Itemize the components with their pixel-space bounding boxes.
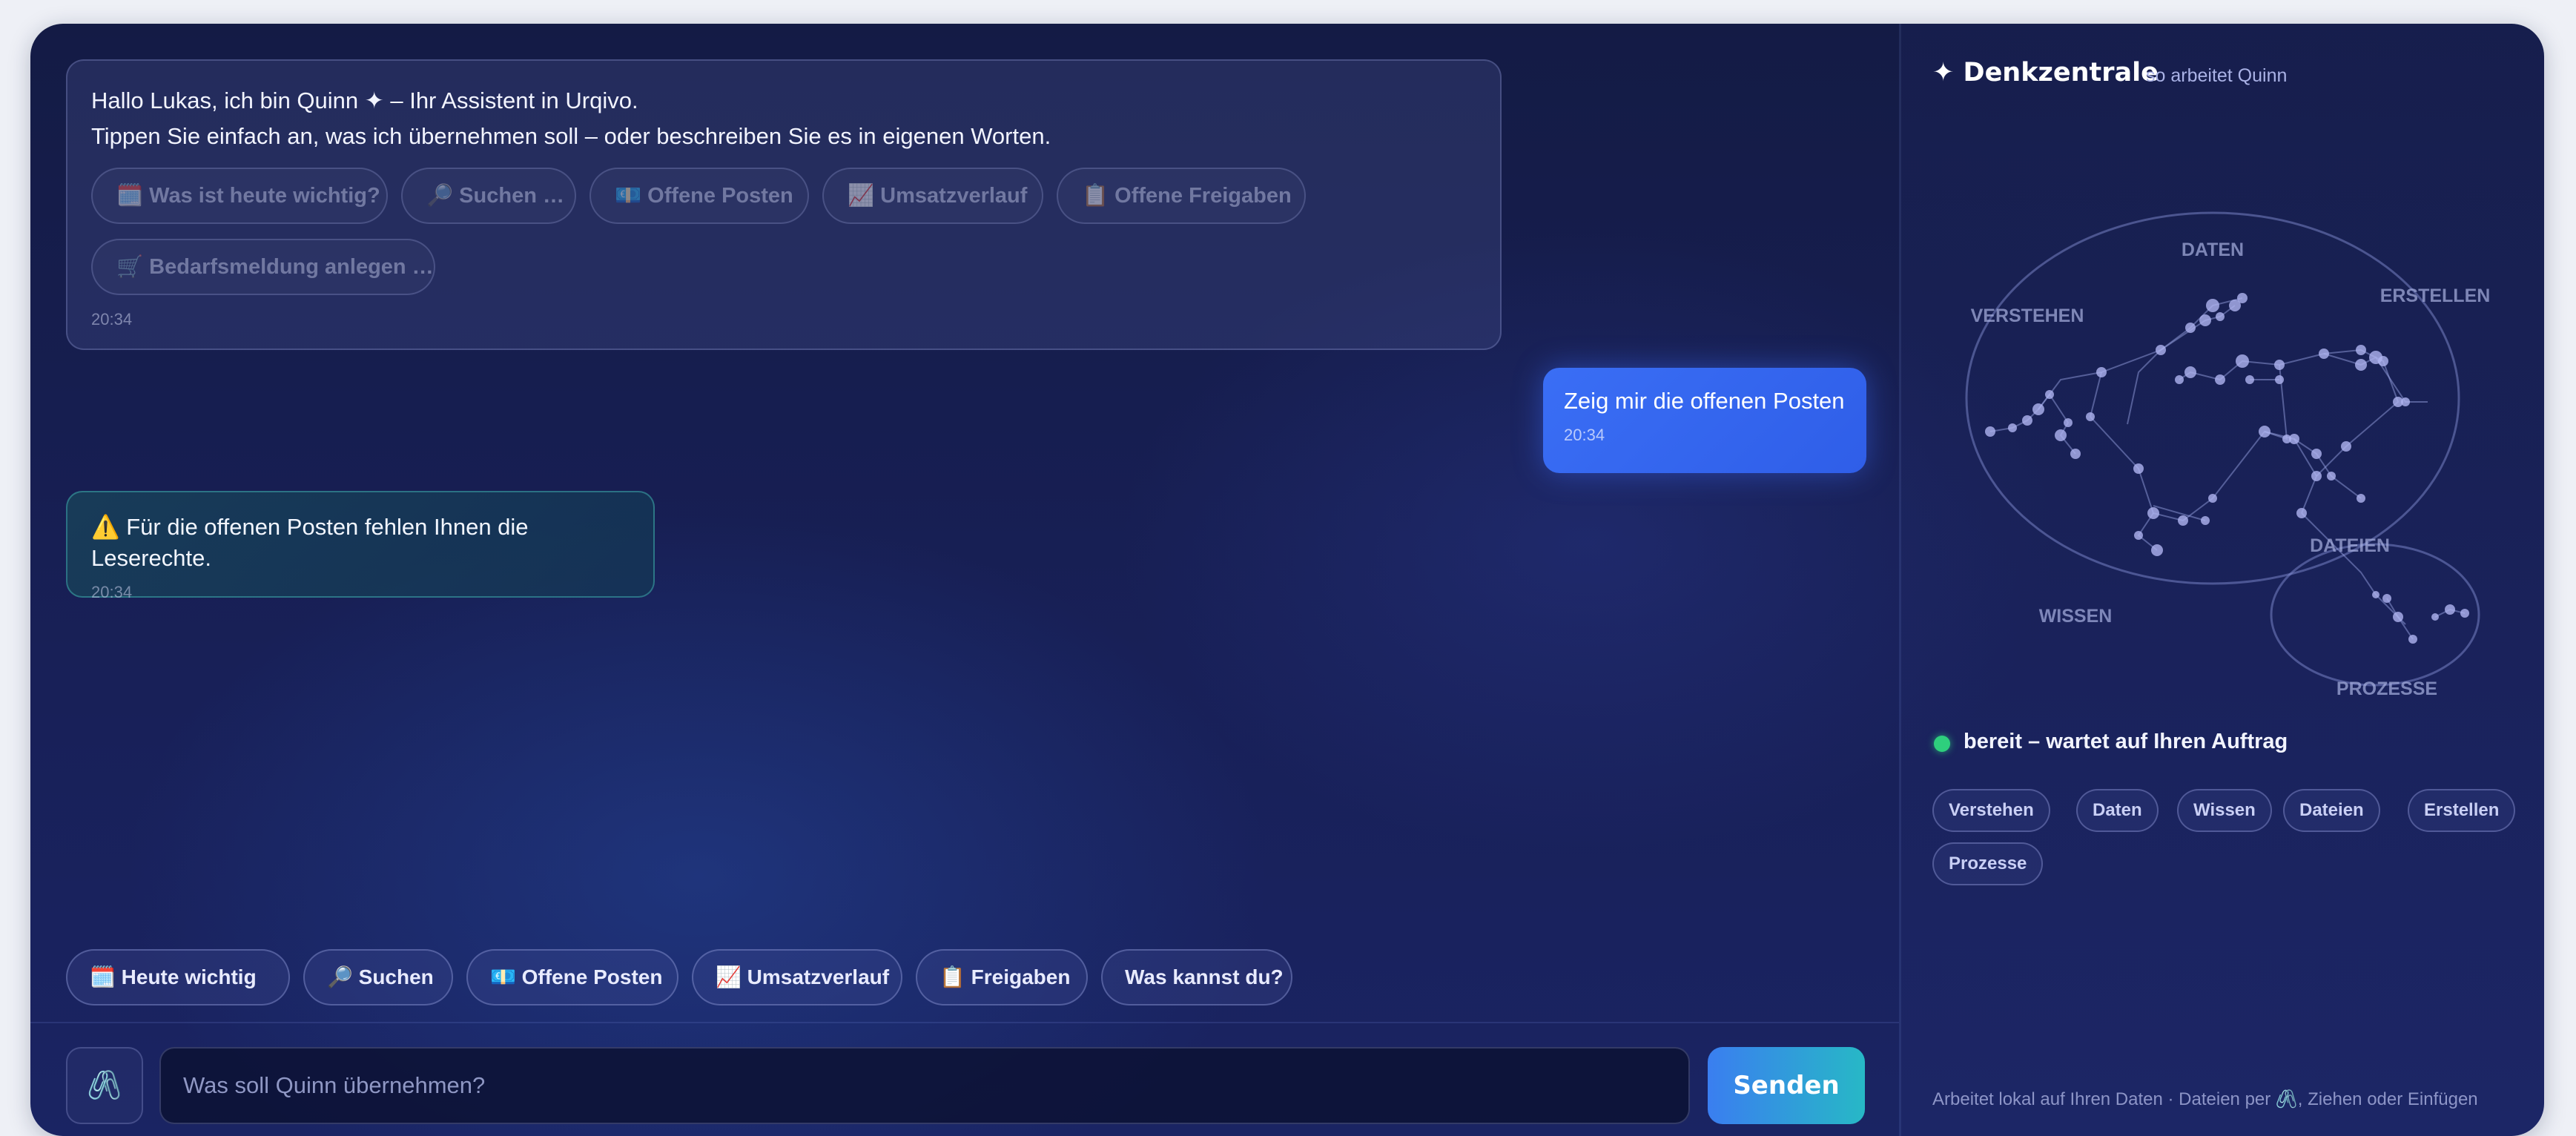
message-input[interactable] [159, 1047, 1690, 1124]
assistant-warning-message: ⚠️ Für die offenen Posten fehlen Ihnen d… [66, 491, 655, 601]
message-timestamp: 20:34 [91, 310, 133, 328]
calendar-icon: 🗓️ [90, 965, 116, 988]
suggestion-chip-sales[interactable]: 📈 Umsatzverlauf [822, 168, 1043, 224]
tag-erstellen[interactable]: Erstellen [2408, 789, 2516, 832]
label-erstellen: ERSTELLEN [2380, 285, 2491, 306]
greeting-line-1: Hallo Lukas, ich bin Quinn ✦ – Ihr Assis… [91, 87, 638, 113]
status-indicator [1934, 736, 1950, 752]
chip-label: Was ist heute wichtig? [149, 184, 380, 208]
user-message: Zeig mir die offenen Posten 20:34 [1543, 368, 1866, 473]
thinking-center-panel: ✦ Denkzentrale so arbeitet Quinn DATEN E… [1901, 24, 2544, 1136]
suggestion-chip-approvals[interactable]: 📋 Offene Freigaben [1057, 168, 1306, 224]
footnote: Arbeitet lokal auf Ihren Daten · Dateien… [1932, 1089, 2478, 1109]
app-window: Hallo Lukas, ich bin Quinn ✦ – Ihr Assis… [30, 24, 2544, 1136]
label-verstehen: VERSTEHEN [1971, 306, 2084, 326]
send-button[interactable]: Senden [1708, 1047, 1865, 1124]
network-nodes [1985, 293, 2469, 644]
quick-action-search[interactable]: 🔎 Suchen [303, 949, 453, 1005]
composer-divider [30, 1022, 1899, 1023]
processes-cluster-ellipse [2270, 543, 2480, 687]
calendar-icon: 🗓️ [116, 184, 144, 208]
search-icon: 🔎 [426, 184, 454, 208]
panel-subtitle: so arbeitet Quinn [2146, 65, 2288, 86]
tag-daten[interactable]: Daten [2076, 789, 2159, 832]
suggestion-chip-search[interactable]: 🔎 Suchen … [401, 168, 576, 224]
chip-label: Umsatzverlauf [880, 184, 1028, 208]
label-dateien: DATEIEN [2310, 535, 2390, 556]
message-timestamp: 20:34 [1564, 426, 1605, 444]
chat-panel: Hallo Lukas, ich bin Quinn ✦ – Ihr Assis… [30, 24, 1899, 1136]
quick-action-label: Freigaben [971, 965, 1071, 988]
label-prozesse: PROZESSE [2336, 678, 2437, 699]
label-wissen: WISSEN [2039, 606, 2113, 627]
cart-icon: 🛒 [116, 255, 144, 279]
clipboard-icon: 📋 [939, 965, 965, 988]
attach-button[interactable]: 🖇️ [66, 1047, 143, 1124]
main-cluster-ellipse [1965, 211, 2460, 585]
network-links [1989, 297, 2466, 640]
label-daten: DATEN [2182, 240, 2244, 260]
chart-icon: 📈 [848, 184, 875, 208]
clipboard-icon: 📋 [1082, 184, 1109, 208]
quick-action-open-items[interactable]: 💶 Offene Posten [466, 949, 678, 1005]
quick-action-label: Offene Posten [521, 965, 663, 988]
message-timestamp: 20:34 [91, 583, 133, 601]
chip-label: Offene Posten [647, 184, 793, 208]
money-icon: 💶 [615, 184, 642, 208]
quick-action-label: Suchen [358, 965, 434, 988]
quick-action-label: Was kannst du? [1125, 965, 1284, 988]
quick-actions-bar: 🗓️ Heute wichtig 🔎 Suchen 💶 Offene Poste… [66, 949, 1875, 1005]
knowledge-network-diagram: DATEN ERSTELLEN VERSTEHEN DATEIEN WISSEN… [1965, 211, 2491, 699]
tag-prozesse[interactable]: Prozesse [1932, 842, 2044, 885]
quick-action-label: Heute wichtig [121, 965, 257, 988]
assistant-greeting-message: Hallo Lukas, ich bin Quinn ✦ – Ihr Assis… [66, 59, 1502, 350]
status-text: bereit – wartet auf Ihren Auftrag [1964, 730, 2288, 753]
suggestion-chip-requisition[interactable]: 🛒 Bedarfsmeldung anlegen … [91, 239, 435, 295]
warning-text: ⚠️ Für die offenen Posten fehlen Ihnen d… [91, 514, 529, 571]
search-icon: 🔎 [327, 965, 353, 988]
chip-label: Offene Freigaben [1114, 184, 1292, 208]
paperclip-icon: 🖇️ [87, 1070, 122, 1101]
quick-action-today[interactable]: 🗓️ Heute wichtig [66, 949, 290, 1005]
tag-verstehen[interactable]: Verstehen [1932, 789, 2050, 832]
user-message-text: Zeig mir die offenen Posten [1564, 388, 1845, 414]
money-icon: 💶 [490, 965, 516, 988]
quick-action-sales[interactable]: 📈 Umsatzverlauf [692, 949, 902, 1005]
suggestion-chip-today[interactable]: 🗓️ Was ist heute wichtig? [91, 168, 388, 224]
panel-title: ✦ Denkzentrale [1932, 58, 2159, 87]
quick-action-label: Umsatzverlauf [747, 965, 890, 988]
tag-wissen[interactable]: Wissen [2177, 789, 2272, 832]
chip-label: Suchen … [459, 184, 564, 208]
quick-action-approvals[interactable]: 📋 Freigaben [916, 949, 1088, 1005]
quick-action-capabilities[interactable]: Was kannst du? [1101, 949, 1292, 1005]
suggestion-chip-open-items[interactable]: 💶 Offene Posten [589, 168, 809, 224]
tag-dateien[interactable]: Dateien [2283, 789, 2380, 832]
chart-icon: 📈 [716, 965, 742, 988]
chip-label: Bedarfsmeldung anlegen … [149, 255, 434, 279]
greeting-line-2: Tippen Sie einfach an, was ich übernehme… [91, 123, 1051, 149]
